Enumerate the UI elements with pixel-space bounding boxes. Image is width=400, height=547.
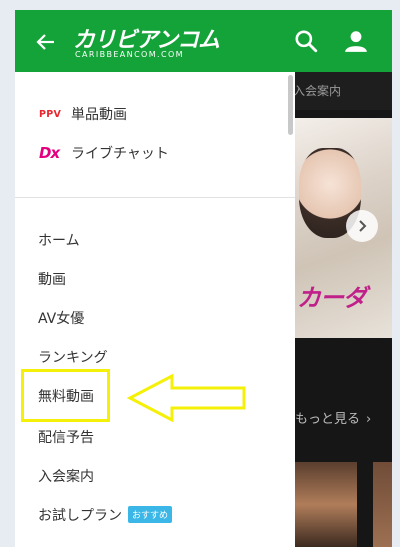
drawer-header: カリビアンコム CARIBBEANCOM.COM xyxy=(15,10,295,72)
nav-item-label: お試しプラン おすすめ xyxy=(38,505,173,525)
nav-item-label: 配信予告 xyxy=(38,430,94,446)
trial-plan-label: お試しプラン xyxy=(38,508,122,524)
menu-divider xyxy=(15,197,295,198)
chevron-right-icon xyxy=(359,220,367,232)
menu-item-label: 単品動画 xyxy=(71,107,127,123)
ppv-icon: PPV xyxy=(39,108,62,120)
site-logo-subtitle: CARIBBEANCOM.COM xyxy=(75,50,184,59)
subnav-join-link[interactable]: 入会案内 xyxy=(293,82,341,99)
arrow-left-icon[interactable] xyxy=(35,31,57,53)
see-more-link[interactable]: もっと見る › xyxy=(295,408,371,427)
nav-drawer: カリビアンコム CARIBBEANCOM.COM PPV 単品動画 Dx ライブ… xyxy=(15,10,295,547)
menu-item-livechat[interactable]: Dx ライブチャット xyxy=(15,135,295,171)
recommended-badge: おすすめ xyxy=(128,506,173,523)
carousel-next-button[interactable] xyxy=(346,210,378,242)
highlight-arrow-icon xyxy=(126,373,246,423)
nav-item-home[interactable]: ホーム xyxy=(15,221,295,257)
dx-live-icon: Dx xyxy=(39,144,60,162)
nav-item-label: ランキング xyxy=(38,350,108,366)
see-more-label: もっと見る xyxy=(295,412,361,427)
banner-title: カーダ xyxy=(297,284,367,312)
nav-item-trial-plan[interactable]: お試しプラン おすすめ xyxy=(15,496,295,532)
video-thumbnail[interactable] xyxy=(295,462,357,547)
nav-item-videos[interactable]: 動画 xyxy=(15,260,295,296)
search-icon[interactable] xyxy=(293,28,319,54)
user-icon[interactable] xyxy=(343,28,369,54)
nav-item-label: ホーム xyxy=(38,233,80,249)
menu-item-ppv[interactable]: PPV 単品動画 xyxy=(15,96,295,132)
video-thumbnail[interactable] xyxy=(373,462,392,547)
highlight-box xyxy=(21,369,110,422)
chevron-right-icon: › xyxy=(366,412,372,427)
nav-item-label: AV女優 xyxy=(38,311,85,327)
menu-item-label: ライブチャット xyxy=(71,146,169,162)
nav-item-label: 入会案内 xyxy=(38,469,94,485)
nav-item-actresses[interactable]: AV女優 xyxy=(15,299,295,335)
nav-item-join[interactable]: 入会案内 xyxy=(15,457,295,493)
nav-item-label: 動画 xyxy=(38,272,66,288)
